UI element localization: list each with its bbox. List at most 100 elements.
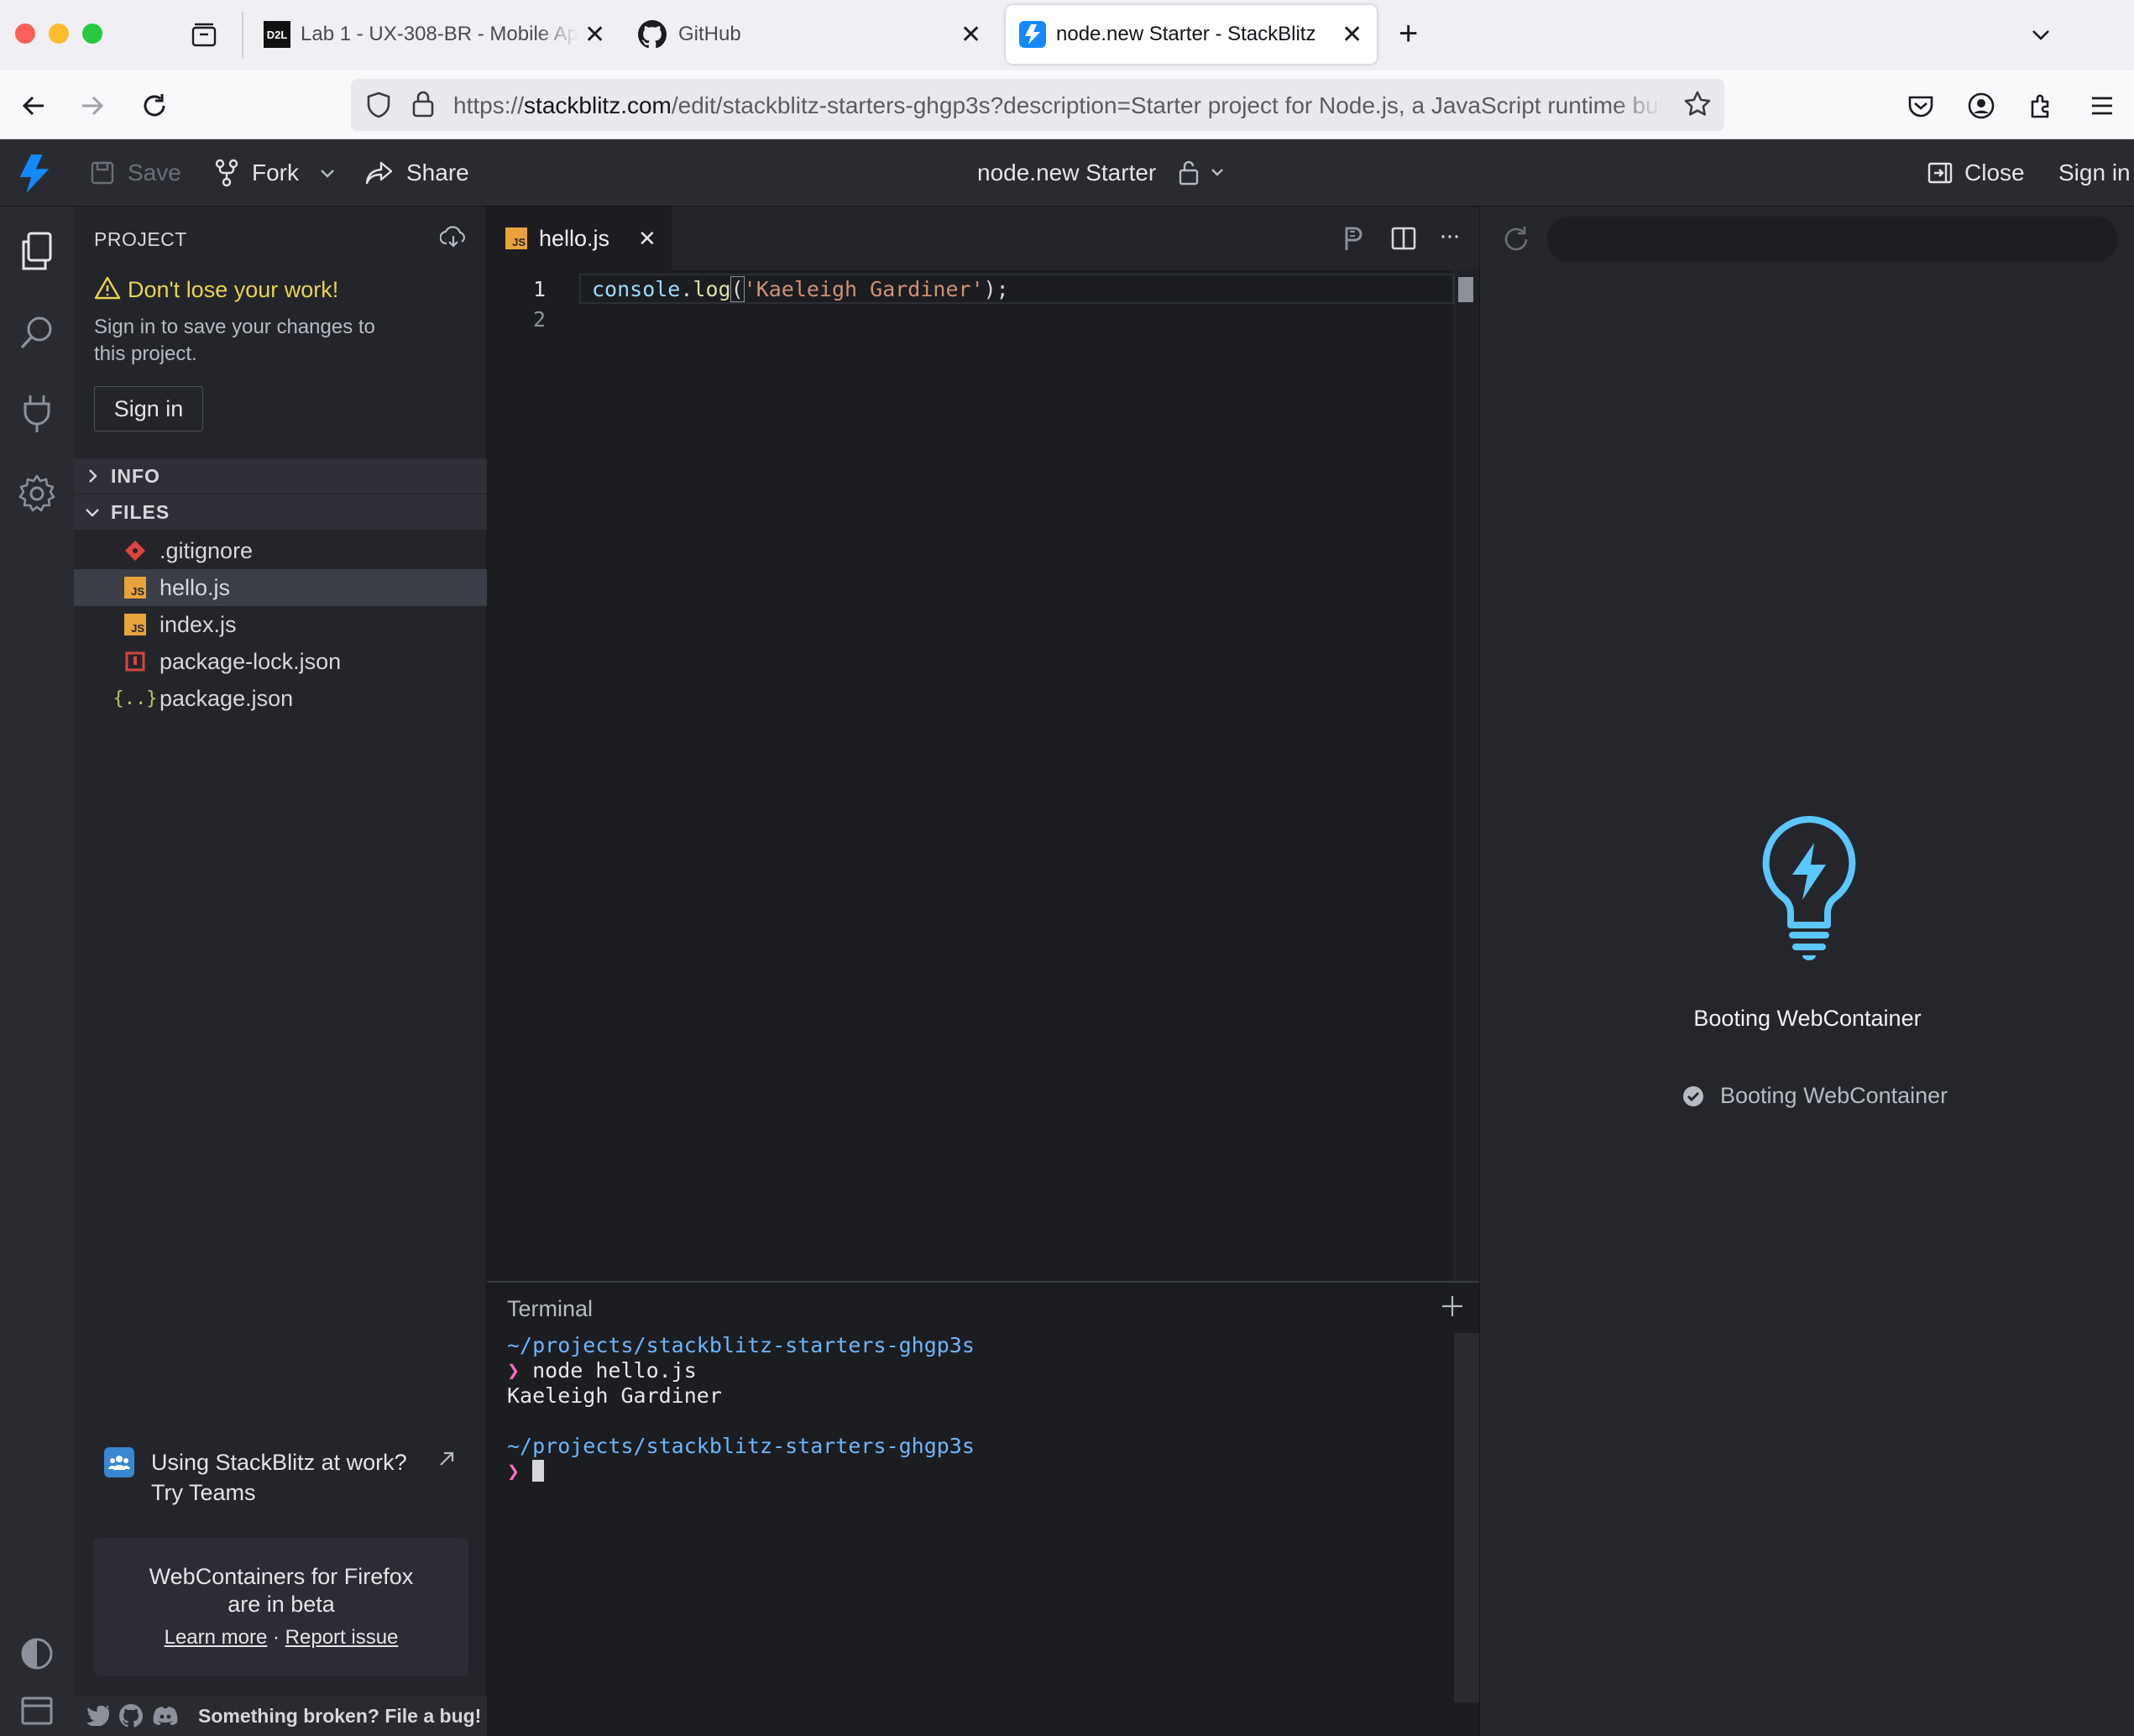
code-line[interactable]: console.log('Kaeleigh Gardiner'); xyxy=(592,276,1009,302)
prettier-format-icon[interactable] xyxy=(1342,225,1367,252)
tab-title: Lab 1 - UX-308-BR - Mobile App xyxy=(301,23,578,45)
d2l-icon: D2L xyxy=(264,21,290,48)
split-editor-icon[interactable] xyxy=(1390,225,1417,252)
close-tab-icon[interactable]: ✕ xyxy=(960,20,981,50)
activity-bar xyxy=(0,207,74,1736)
discord-icon[interactable] xyxy=(153,1706,178,1726)
teams-promo-link[interactable]: Using StackBlitz at work? Try Teams xyxy=(151,1447,407,1508)
explorer-files-icon[interactable] xyxy=(13,228,60,275)
warning-text: this project. xyxy=(94,342,197,365)
report-issue-link[interactable]: Report issue xyxy=(285,1626,399,1649)
learn-more-link[interactable]: Learn more xyxy=(165,1626,268,1649)
project-title[interactable]: node.new Starter xyxy=(977,139,1156,207)
stackblitz-icon xyxy=(1019,21,1046,48)
git-icon xyxy=(124,540,146,562)
chevron-down-icon xyxy=(86,509,99,517)
file-item-gitignore[interactable]: .gitignore xyxy=(74,532,487,569)
menu-icon[interactable] xyxy=(2087,91,2117,121)
github-icon[interactable] xyxy=(119,1704,143,1728)
lightbulb-bolt-icon xyxy=(1759,814,1859,965)
cloud-download-icon[interactable] xyxy=(440,225,467,250)
close-tab-icon[interactable]: ✕ xyxy=(638,226,656,252)
header-signin-button[interactable]: Sign in xyxy=(2058,139,2131,207)
extensions-icon[interactable] xyxy=(2027,91,2057,121)
new-tab-icon[interactable]: + xyxy=(1399,17,1418,50)
fork-menu-chevron-icon[interactable] xyxy=(317,163,337,183)
tab-overview-icon[interactable] xyxy=(190,20,218,49)
line-number: 1 xyxy=(532,277,546,301)
tab-title: node.new Starter - StackBlitz xyxy=(1056,23,1316,45)
back-arrow-icon[interactable] xyxy=(18,91,49,121)
firefox-beta-notice: WebContainers for Firefox are in beta Le… xyxy=(94,1538,468,1676)
url-bar[interactable]: https://stackblitz.com/edit/stackblitz-s… xyxy=(351,79,1724,131)
close-tab-icon[interactable]: ✕ xyxy=(1342,20,1363,50)
sidebar-footer: Something broken? File a bug! xyxy=(74,1696,487,1736)
project-sidebar: PROJECT Don't lose your work! Sign in to… xyxy=(74,207,487,1736)
js-file-icon: JS xyxy=(505,227,527,249)
pocket-icon[interactable] xyxy=(1906,91,1936,121)
file-item-index-js[interactable]: JS index.js xyxy=(74,606,487,643)
minimize-window-button[interactable] xyxy=(49,24,69,44)
info-section-header[interactable]: INFO xyxy=(74,458,487,494)
tab-title: GitHub xyxy=(678,23,741,45)
editor-tab-bar: JS hello.js ✕ ··· xyxy=(487,207,1479,270)
terminal-title: Terminal xyxy=(507,1296,594,1321)
browser-nav-bar: https://stackblitz.com/edit/stackblitz-s… xyxy=(0,71,2134,139)
save-icon xyxy=(91,161,114,185)
lock-icon[interactable] xyxy=(410,89,437,119)
chevron-right-icon xyxy=(89,469,97,483)
close-editor-button[interactable]: Close xyxy=(1927,139,2025,207)
terminal-command: ❯ node hello.js xyxy=(507,1358,697,1383)
new-terminal-plus-icon[interactable] xyxy=(1439,1293,1466,1320)
fork-icon xyxy=(215,159,238,187)
account-icon[interactable] xyxy=(1966,91,1996,121)
terminal-panel: Terminal ~/projects/stackblitz-starters-… xyxy=(487,1281,1479,1736)
close-tab-icon[interactable]: ✕ xyxy=(584,20,605,50)
editor-tab-hello-js[interactable]: JS hello.js ✕ xyxy=(487,207,672,270)
json-icon: {..} xyxy=(112,688,158,709)
visibility-lock-icon[interactable] xyxy=(1177,159,1229,186)
files-section-header[interactable]: FILES xyxy=(74,494,487,530)
share-button[interactable]: Share xyxy=(364,139,469,207)
close-editor-icon xyxy=(1927,162,1953,184)
shield-icon[interactable] xyxy=(364,91,393,119)
sidebar-signin-button[interactable]: Sign in xyxy=(94,386,203,431)
close-window-button[interactable] xyxy=(15,24,35,44)
theme-toggle-icon[interactable] xyxy=(13,1630,60,1677)
preview-refresh-icon[interactable] xyxy=(1500,223,1532,255)
save-button[interactable]: Save xyxy=(89,139,181,207)
file-item-package-lock-json[interactable]: package-lock.json xyxy=(74,643,487,680)
zoom-window-button[interactable] xyxy=(82,24,102,44)
terminal-scrollbar[interactable] xyxy=(1454,1333,1479,1702)
plugin-icon[interactable] xyxy=(13,390,60,437)
twitter-icon[interactable] xyxy=(86,1706,109,1726)
terminal-input[interactable]: ❯ xyxy=(507,1459,545,1483)
stackblitz-logo-icon[interactable] xyxy=(18,154,50,193)
terminal-output: Kaeleigh Gardiner xyxy=(507,1383,722,1408)
tab-list-chevron-icon[interactable] xyxy=(2028,22,2053,47)
browser-tab-lab[interactable]: D2L Lab 1 - UX-308-BR - Mobile App ✕ xyxy=(252,5,615,64)
file-bug-link[interactable]: Something broken? File a bug! xyxy=(198,1705,481,1728)
file-item-hello-js[interactable]: JS hello.js xyxy=(74,569,487,606)
settings-gear-icon[interactable] xyxy=(13,470,60,517)
warning-text: Sign in to save your changes to xyxy=(94,316,375,338)
reload-icon[interactable] xyxy=(139,91,170,121)
preview-url-bar[interactable] xyxy=(1547,217,2118,262)
bookmark-star-icon[interactable] xyxy=(1682,89,1713,119)
browser-tab-stackblitz[interactable]: node.new Starter - StackBlitz ✕ xyxy=(1006,5,1377,64)
editor-scrollbar[interactable] xyxy=(1454,270,1479,1281)
file-item-package-json[interactable]: {..} package.json xyxy=(74,680,487,717)
warning-icon xyxy=(94,275,121,301)
forward-arrow-icon[interactable] xyxy=(77,91,107,121)
url-text[interactable]: https://stackblitz.com/edit/stackblitz-s… xyxy=(453,92,1662,119)
browser-tab-bar: D2L Lab 1 - UX-308-BR - Mobile App ✕ Git… xyxy=(0,0,2134,71)
teams-icon xyxy=(104,1447,134,1477)
more-options-icon[interactable]: ··· xyxy=(1439,223,1461,248)
js-file-icon: JS xyxy=(124,577,146,599)
external-arrow-icon[interactable] xyxy=(437,1449,457,1469)
fork-button[interactable]: Fork xyxy=(213,139,299,207)
browser-tab-github[interactable]: GitHub ✕ xyxy=(626,5,987,64)
search-icon[interactable] xyxy=(13,309,60,356)
app-header: Save Fork Share node.new Starter Close S… xyxy=(0,139,2134,207)
layout-panel-icon[interactable] xyxy=(13,1687,60,1734)
